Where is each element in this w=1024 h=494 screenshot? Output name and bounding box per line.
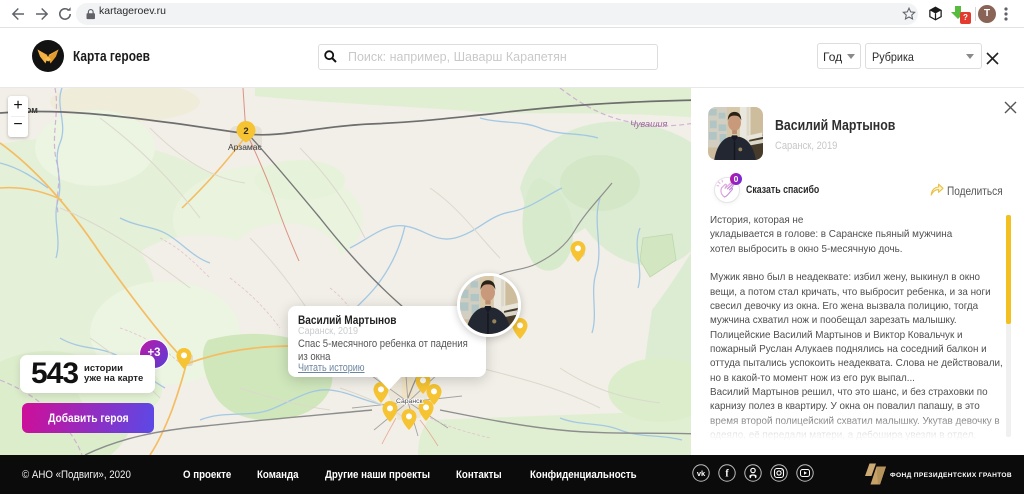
svg-text:ФОНД ПРЕЗИДЕНТСКИХ ГРАНТОВ: ФОНД ПРЕЗИДЕНТСКИХ ГРАНТОВ: [890, 472, 1012, 479]
svg-text:Саранск: Саранск: [396, 398, 422, 405]
svg-text:Чувашия: Чувашия: [630, 119, 668, 129]
svg-text:2: 2: [243, 126, 248, 137]
svg-text:f: f: [725, 469, 729, 480]
svg-text:Арзамас: Арзамас: [228, 142, 262, 152]
svg-text:vk: vk: [697, 469, 706, 478]
